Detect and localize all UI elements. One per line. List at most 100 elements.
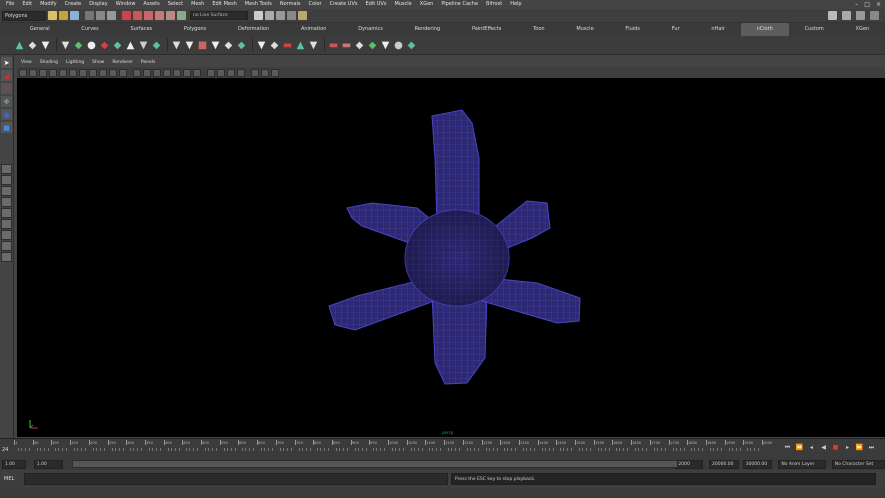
shelf-tool-icon[interactable]: ◆ [73,39,84,52]
menu-item[interactable]: Edit [18,0,36,9]
shelf-tool-icon[interactable]: ▼ [171,39,182,52]
shelf-tool-icon[interactable]: ▬ [282,39,293,52]
select-hierarchy-icon[interactable] [85,11,94,20]
shelf-tool-icon[interactable]: ▲ [14,39,25,52]
lasso-tool-icon[interactable]: ◢ [1,70,12,81]
textured-icon[interactable] [173,68,181,77]
safe-title-icon[interactable] [119,68,127,77]
layout-uv-icon[interactable] [1,230,12,240]
shelf-tool-icon[interactable]: ◆ [99,39,110,52]
panel-menu-item[interactable]: Show [88,59,108,67]
shelf-tool-icon[interactable]: ▬ [341,39,352,52]
shelf-tool-icon[interactable]: ▼ [380,39,391,52]
hypershade-icon[interactable] [298,11,307,20]
shelf-tab[interactable]: General [14,23,65,36]
end-time-field[interactable]: 20000.00 [709,459,739,469]
menu-item[interactable]: Help [506,0,525,9]
select-component-icon[interactable] [107,11,116,20]
save-scene-icon[interactable] [70,11,79,20]
shelf-tab[interactable]: nHair [696,23,741,36]
range-slider-bar[interactable] [72,460,678,468]
menu-item[interactable]: Mesh [187,0,208,9]
grid-toggle-icon[interactable] [59,68,67,77]
step-back-key-icon[interactable]: ⏪ [796,444,803,451]
end-time-field-2[interactable]: 30000.00 [742,459,773,469]
panel-menu-item[interactable]: Shading [36,59,62,67]
shelf-tab[interactable]: PaintEffects [456,23,517,36]
layout-custom-icon[interactable] [1,241,12,251]
shelf-tool-icon[interactable]: ◆ [27,39,38,52]
close-button[interactable]: × [876,0,881,9]
go-to-start-icon[interactable]: ⏮ [784,444,791,451]
lights-icon[interactable] [183,68,191,77]
film-gate-icon[interactable] [69,68,77,77]
shelf-tool-icon[interactable]: ▼ [138,39,149,52]
field-chart-icon[interactable] [99,68,107,77]
shelf-tool-icon[interactable]: ◆ [112,39,123,52]
modeling-toolkit-icon[interactable] [828,11,837,20]
shadows-icon[interactable] [193,68,201,77]
select-object-icon[interactable] [96,11,105,20]
panel-menu-item[interactable]: Panels [137,59,159,67]
jack-mesh[interactable] [17,78,885,437]
channel-box-icon[interactable] [870,11,879,20]
camera-attributes-icon[interactable] [29,68,37,77]
snap-live-icon[interactable] [166,11,175,20]
shelf-tool-icon[interactable]: ▼ [210,39,221,52]
menu-item[interactable]: Color [305,0,326,9]
snap-point-icon[interactable] [144,11,153,20]
menu-item[interactable]: Select [164,0,187,9]
menu-item[interactable]: Muscle [390,0,415,9]
maximize-button[interactable]: □ [864,0,870,9]
menu-item[interactable]: File [2,0,18,9]
wireframe-icon[interactable] [133,68,141,77]
menu-item[interactable]: Assets [139,0,163,9]
layout-side-icon[interactable] [1,186,12,196]
menu-item[interactable]: Pipeline Cache [437,0,482,9]
layout-graph-icon[interactable] [1,208,12,218]
shelf-tool-icon[interactable]: ▼ [308,39,319,52]
shelf-tool-icon[interactable]: ▲ [295,39,306,52]
shelf-tool-icon[interactable]: ◆ [354,39,365,52]
minimize-button[interactable]: – [855,0,858,9]
live-surface-field[interactable]: no Live Surface [190,11,248,20]
image-plane-icon[interactable] [49,68,57,77]
isolate-select-icon[interactable] [251,68,259,77]
shelf-tab[interactable]: Rendering [399,23,456,36]
script-language-label[interactable]: MEL [4,476,14,482]
open-scene-icon[interactable] [59,11,68,20]
shelf-tab[interactable]: Toon [517,23,560,36]
motion-blur-icon[interactable] [217,68,225,77]
wireframe-on-shaded-icon[interactable] [153,68,161,77]
menu-item[interactable]: Display [85,0,111,9]
gate-mask-icon[interactable] [89,68,97,77]
shelf-tool-icon[interactable]: ◆ [236,39,247,52]
shelf-tab[interactable]: Muscle [560,23,609,36]
smooth-shade-icon[interactable] [143,68,151,77]
shelf-tool-icon[interactable]: ▼ [60,39,71,52]
shelf-tab[interactable]: Curves [65,23,114,36]
shelf-tab[interactable]: Custom [789,23,840,36]
layout-outliner-icon[interactable] [1,197,12,207]
panel-menu-item[interactable]: Renderer [108,59,137,67]
shelf-tab[interactable]: Dynamics [342,23,398,36]
command-input[interactable] [24,473,448,485]
menu-item[interactable]: Edit UVs [361,0,390,9]
shelf-tool-icon[interactable]: ◆ [367,39,378,52]
layout-hypershade-icon[interactable] [1,219,12,229]
step-back-frame-icon[interactable]: ◂ [808,444,815,451]
layout-script-icon[interactable] [1,252,12,262]
shelf-tool-icon[interactable]: ● [86,39,97,52]
step-forward-frame-icon[interactable]: ▸ [844,444,851,451]
move-tool-icon[interactable]: ✥ [1,96,12,107]
step-forward-key-icon[interactable]: ⏩ [856,444,863,451]
shelf-tab[interactable]: Polygons [168,23,222,36]
depth-of-field-icon[interactable] [237,68,245,77]
go-to-end-icon[interactable]: ⏭ [868,444,875,451]
render-view-icon[interactable] [254,11,263,20]
anim-layer-dropdown[interactable]: No Anim Layer [778,459,826,469]
paint-select-icon[interactable]: ✎ [1,83,12,94]
shelf-tab[interactable]: Fur [656,23,696,36]
menu-item[interactable]: Mesh Tools [241,0,276,9]
snap-curve-icon[interactable] [133,11,142,20]
